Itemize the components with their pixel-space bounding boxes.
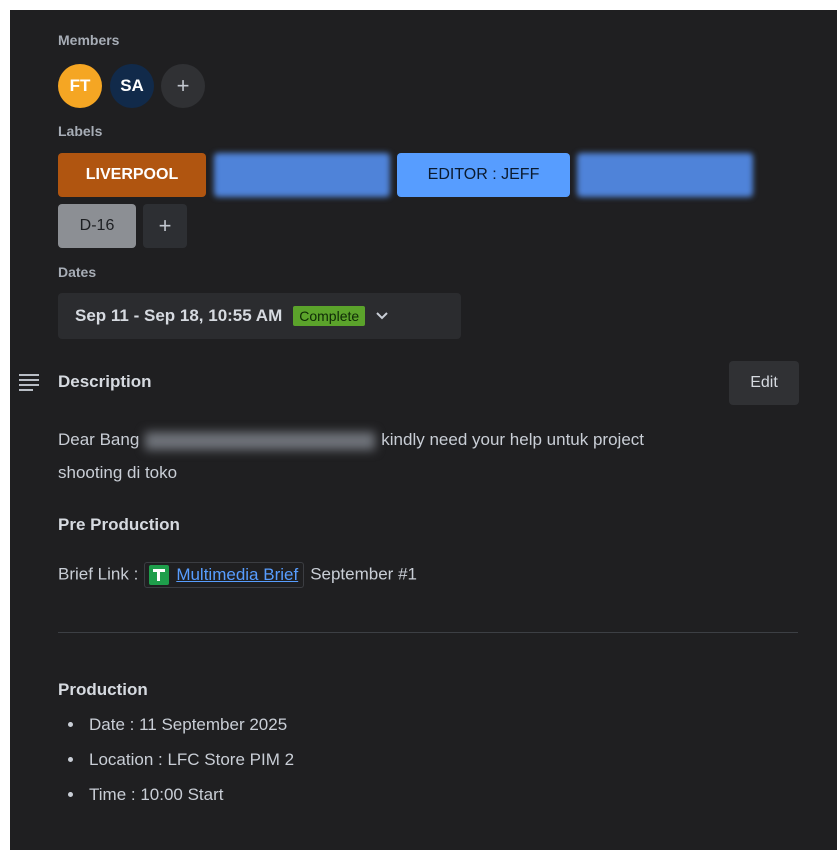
plus-icon: + [176,73,190,98]
add-label-button[interactable]: + [143,204,187,248]
description-heading: Description [58,372,152,391]
chevron-down-icon [375,308,389,324]
label-chip-liverpool[interactable]: LIVERPOOL [58,153,206,197]
description-line-2: shooting di toko [58,463,178,482]
brief-link-line: Brief Link : Multimedia Brief September #1 [58,562,417,588]
label-chip-redacted[interactable] [214,153,390,197]
members-heading: Members [58,32,120,48]
brief-link-chip[interactable]: Multimedia Brief [144,562,305,588]
label-chip-redacted[interactable] [577,153,753,197]
google-sheets-icon [149,565,170,585]
production-heading: Production [58,680,148,699]
card-detail-panel: Members FT SA + Labels LIVERPOOL EDITOR … [10,10,837,850]
production-list: Date : 11 September 2025 Location : LFC … [58,707,294,812]
labels-heading: Labels [58,123,103,139]
status-badge: Complete [293,306,366,326]
greeting-suffix: kindly need your help untuk project [381,430,645,449]
plus-icon: + [158,213,172,238]
label-chip-editor-jeff[interactable]: EDITOR : JEFF [397,153,570,197]
pre-production-heading: Pre Production [58,515,180,534]
brief-prefix: Brief Link : [58,564,139,584]
greeting-prefix: Dear Bang [58,430,140,449]
brief-link[interactable]: Multimedia Brief [176,565,298,585]
edit-description-button[interactable]: Edit [729,361,799,405]
avatar-ft[interactable]: FT [58,64,102,108]
brief-suffix: September #1 [310,564,417,584]
dates-button[interactable]: Sep 11 - Sep 18, 10:55 AM Complete [58,293,461,339]
label-chip-d16[interactable]: D-16 [58,204,136,248]
description-lines-icon [19,374,39,394]
avatar-sa[interactable]: SA [110,64,154,108]
dates-heading: Dates [58,264,97,280]
list-item: Location : LFC Store PIM 2 [58,742,294,777]
date-range: Sep 11 - Sep 18, 10:55 AM [75,306,283,325]
redacted-name [145,431,376,450]
description-line-1: Dear Bang kindly need your help untuk pro… [58,430,644,450]
add-member-button[interactable]: + [161,64,205,108]
list-item: Date : 11 September 2025 [58,707,294,742]
divider [58,632,798,633]
list-item: Time : 10:00 Start [58,777,294,812]
